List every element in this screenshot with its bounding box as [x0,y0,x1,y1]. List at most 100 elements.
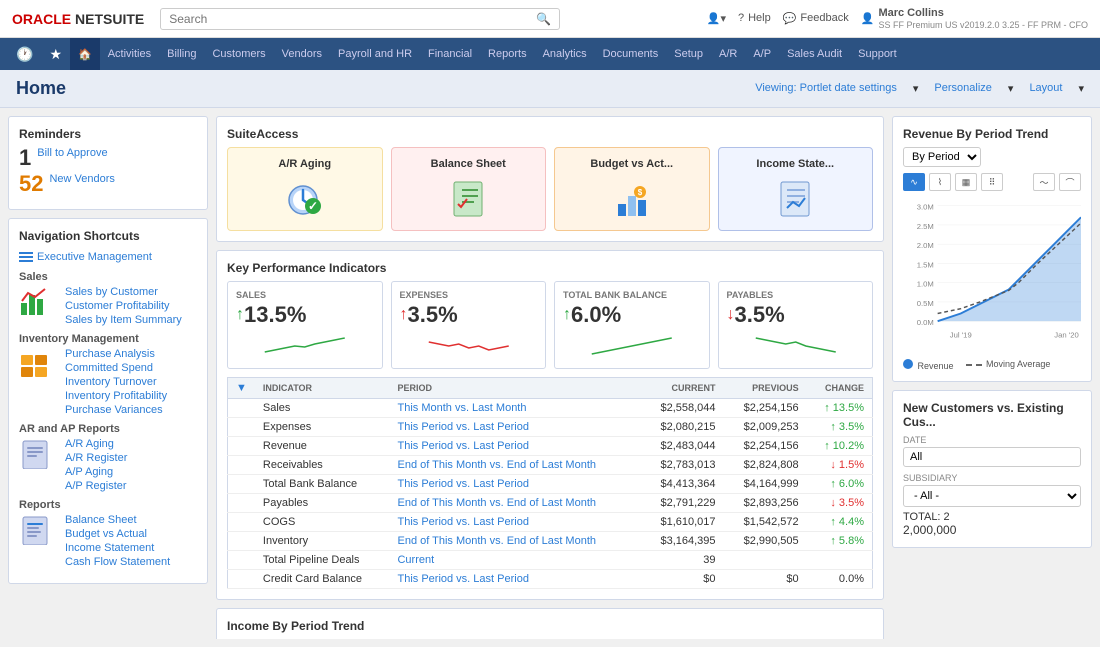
link-ap-aging[interactable]: A/P Aging [65,466,127,478]
link-ar-aging[interactable]: A/R Aging [65,438,127,450]
nav-financial[interactable]: Financial [420,38,480,70]
link-balance-sheet[interactable]: Balance Sheet [65,514,170,526]
row-period-cogs[interactable]: This Period vs. Last Period [389,513,640,532]
user-icon-area[interactable]: 👤▾ [707,12,726,25]
scatter-icon[interactable]: ⠿ [981,173,1003,191]
reminders-title: Reminders [19,127,197,141]
nav-activities[interactable]: Activities [100,38,159,70]
row-period-bank[interactable]: This Period vs. Last Period [389,475,640,494]
row-period-payables[interactable]: End of This Month vs. End of Last Month [389,494,640,513]
row-previous-receivables: $2,824,808 [724,456,807,475]
link-purchase-variances[interactable]: Purchase Variances [65,404,167,416]
link-inventory-turnover[interactable]: Inventory Turnover [65,376,167,388]
nav-documents[interactable]: Documents [595,38,667,70]
favorites-icon[interactable]: ★ [41,46,70,63]
home-icon[interactable]: 🏠 [70,38,100,70]
nav-customers[interactable]: Customers [204,38,273,70]
link-cash-flow[interactable]: Cash Flow Statement [65,556,170,568]
suite-item-balance-sheet[interactable]: Balance Sheet [391,147,547,231]
table-row: Sales This Month vs. Last Month $2,558,0… [228,399,873,418]
row-indicator-bank: Total Bank Balance [255,475,390,494]
total-amount: 2,000,000 [903,523,1081,537]
date-label: DATE [903,435,1081,445]
chart-5-icon[interactable]: 〜 [1033,173,1055,191]
svg-text:Jul '19: Jul '19 [950,331,972,340]
nav-sales-audit[interactable]: Sales Audit [779,38,850,70]
date-input[interactable] [903,447,1081,467]
row-period-cc[interactable]: This Period vs. Last Period [389,570,640,589]
help-button[interactable]: ? Help [738,12,771,24]
row-period-revenue[interactable]: This Period vs. Last Period [389,437,640,456]
history-icon[interactable]: 🕐 [8,46,41,63]
suite-item-ar-aging[interactable]: A/R Aging ✓ [227,147,383,231]
nav-vendors[interactable]: Vendors [274,38,330,70]
suite-item-budget[interactable]: Budget vs Act... $ [554,147,710,231]
personalize-button[interactable]: Personalize [934,82,991,95]
user-subtitle: SS FF Premium US v2019.2.0 3.25 - FF PRM… [878,20,1088,31]
link-budget-vs-actual[interactable]: Budget vs Actual [65,528,170,540]
row-period-sales[interactable]: This Month vs. Last Month [389,399,640,418]
subsidiary-select[interactable]: - All - [903,485,1081,507]
total-label: TOTAL: 2 [903,511,950,523]
app-logo: ORACLE NETSUITE [12,11,144,27]
row-period-receivables[interactable]: End of This Month vs. End of Last Month [389,456,640,475]
nav-reports[interactable]: Reports [480,38,535,70]
kpi-payables-arrow: ↓ [727,306,735,324]
search-input[interactable] [169,12,536,26]
vendor-link[interactable]: New Vendors [49,173,114,185]
top-bar: ORACLE NETSUITE 🔍 👤▾ ? Help 💬 Feedback 👤… [0,0,1100,38]
link-purchase-analysis[interactable]: Purchase Analysis [65,348,167,360]
user-menu[interactable]: 👤 Marc Collins SS FF Premium US v2019.2.… [861,7,1088,31]
period-select[interactable]: By Period [903,147,981,167]
bill-link[interactable]: Bill to Approve [37,147,107,159]
feedback-button[interactable]: 💬 Feedback [783,12,849,25]
income-trend-section: Income By Period Trend [216,608,884,639]
bar-chart-icon[interactable]: ▦ [955,173,977,191]
nav-support[interactable]: Support [850,38,905,70]
row-period-inventory[interactable]: End of This Month vs. End of Last Month [389,532,640,551]
line-chart-icon[interactable]: ∿ [903,173,925,191]
link-ar-register[interactable]: A/R Register [65,452,127,464]
link-inventory-profitability[interactable]: Inventory Profitability [65,390,167,402]
search-bar[interactable]: 🔍 [160,8,560,30]
avatar-icon: 👤 [861,12,875,25]
kpi-title: Key Performance Indicators [227,261,873,275]
balance-sheet-icon [446,176,490,220]
nav-ap[interactable]: A/P [745,38,779,70]
exec-mgmt-link[interactable]: Executive Management [37,251,152,263]
th-indicator: INDICATOR [255,378,390,399]
link-sales-by-customer[interactable]: Sales by Customer [65,286,182,298]
revenue-trend-title: Revenue By Period Trend [903,127,1081,141]
link-ap-register[interactable]: A/P Register [65,480,127,492]
link-income-statement[interactable]: Income Statement [65,542,170,554]
revenue-chart-svg: 3.0M 2.5M 2.0M 1.5M 1.0M 0.5M 0.0M [903,195,1081,355]
row-current-pipeline: 39 [640,551,723,570]
row-change-expenses: ↑ 3.5% [807,418,873,437]
suite-item-bs-label: Balance Sheet [431,158,506,170]
nav-billing[interactable]: Billing [159,38,204,70]
row-period-pipeline[interactable]: Current [389,551,640,570]
reports-group: Balance Sheet Budget vs Actual Income St… [19,513,197,569]
layout-button[interactable]: Layout [1029,82,1062,95]
nav-ar[interactable]: A/R [711,38,745,70]
row-period-expenses[interactable]: This Period vs. Last Period [389,418,640,437]
nav-setup[interactable]: Setup [666,38,711,70]
nav-payroll[interactable]: Payroll and HR [330,38,420,70]
area-chart-icon[interactable]: ⌇ [929,173,951,191]
kpi-table: ▼ INDICATOR PERIOD CURRENT PREVIOUS CHAN… [227,377,873,589]
link-customer-profitability[interactable]: Customer Profitability [65,300,182,312]
nav-bar: 🕐 ★ 🏠 Activities Billing Customers Vendo… [0,38,1100,70]
filter-icon[interactable]: ▼ [236,382,247,394]
row-current-bank: $4,413,364 [640,475,723,494]
center-column: SuiteAccess A/R Aging ✓ Balance Sheet [216,116,884,639]
link-committed-spend[interactable]: Committed Spend [65,362,167,374]
inventory-links: Purchase Analysis Committed Spend Invent… [57,347,167,417]
nav-analytics[interactable]: Analytics [535,38,595,70]
table-row: Expenses This Period vs. Last Period $2,… [228,418,873,437]
chart-6-icon[interactable]: ⌒ [1059,173,1081,191]
kpi-payables-label: PAYABLES [727,290,865,300]
link-sales-by-item[interactable]: Sales by Item Summary [65,314,182,326]
viewing-portlet[interactable]: Viewing: Portlet date settings [755,82,897,95]
suite-item-income[interactable]: Income State... [718,147,874,231]
kpi-bank-arrow: ↑ [563,306,571,324]
